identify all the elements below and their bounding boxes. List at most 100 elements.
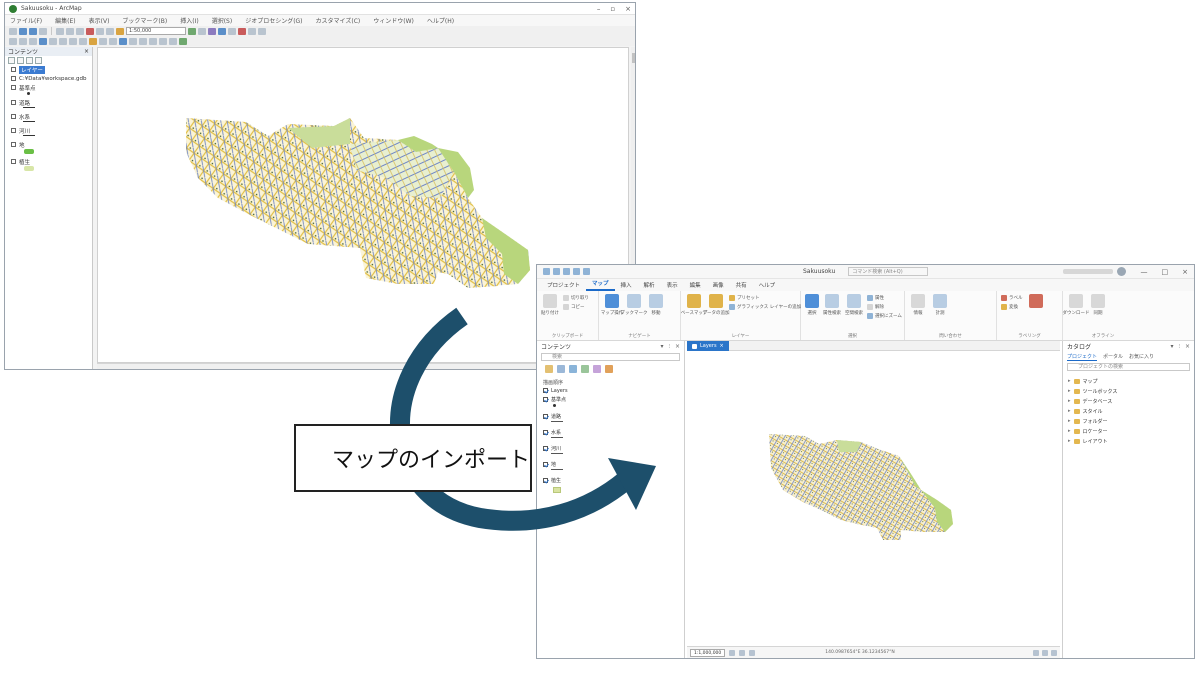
convert-button[interactable]: 変換 [1001,304,1023,310]
menu-windows[interactable]: ウィンドウ(W) [373,16,414,25]
pause-drawing-icon[interactable] [1042,649,1048,656]
catalog-item-folders[interactable]: ▸ フォルダー [1063,416,1194,426]
pin-icon[interactable]: ⫶ [1178,343,1180,351]
select-elements-icon[interactable] [109,37,117,45]
chevron-right-icon[interactable]: ▸ [1068,388,1071,394]
open-project-icon[interactable] [553,268,560,275]
catalog-tab-project[interactable]: プロジェクト [1067,353,1098,361]
select-features-icon[interactable] [89,37,97,45]
checkbox[interactable] [543,397,548,402]
tab-project[interactable]: プロジェクト [541,279,586,291]
rotation-icon[interactable] [749,649,756,656]
new-icon[interactable] [9,27,17,35]
selected-features-icon[interactable] [1033,649,1039,656]
catalog-item-toolboxes[interactable]: ▸ ツールボックス [1063,386,1194,396]
chevron-right-icon[interactable]: ▸ [1068,428,1071,434]
fixed-zoom-out-icon[interactable] [59,37,67,45]
menu-edit[interactable]: 編集(E) [55,16,75,25]
redo-icon[interactable] [106,27,114,35]
contents-item[interactable]: 道路 [537,412,684,421]
zoom-extent-icon[interactable] [729,649,736,656]
tab-insert[interactable]: 挿入 [615,279,638,291]
chevron-right-icon[interactable]: ▸ [1068,438,1071,444]
minimize-icon[interactable]: – [597,5,601,13]
pane-menu-icon[interactable]: ▾ [1170,343,1173,351]
editor-icon[interactable] [188,27,196,35]
toc-item[interactable]: 道路 [5,98,92,107]
checkbox[interactable] [543,388,548,393]
contents-item[interactable]: 基準点 [537,395,684,404]
catalog-item-maps[interactable]: ▸ マップ [1063,376,1194,386]
print-icon[interactable] [39,27,47,35]
close-icon[interactable]: × [1185,343,1190,351]
label-button[interactable]: ラベル [1001,295,1023,301]
maximize-icon[interactable]: ▫ [610,5,615,13]
contents-item[interactable]: 植生 [537,476,684,485]
contents-item[interactable]: 地 [537,460,684,469]
catalog-item-locators[interactable]: ▸ ロケーター [1063,426,1194,436]
checkbox[interactable] [543,478,548,483]
list-by-snapping-icon[interactable] [593,365,601,373]
list-by-drawing-order-icon[interactable] [545,365,553,373]
expand-icon[interactable] [11,67,16,72]
undo-icon[interactable] [573,268,580,275]
expand-icon[interactable] [11,76,16,81]
contents-item-map[interactable]: Layers [537,386,684,395]
list-by-selection-icon[interactable] [569,365,577,373]
pan-icon[interactable] [29,37,37,45]
checkbox[interactable] [11,100,16,105]
toolbox-icon[interactable] [238,27,246,35]
html-popup-icon[interactable] [159,37,167,45]
paste-icon[interactable] [76,27,84,35]
menu-file[interactable]: ファイル(F) [10,16,42,25]
toc-item[interactable]: C:¥Data¥workspace.gdb [5,74,92,83]
pane-menu-icon[interactable]: ▾ [660,343,663,351]
checkbox[interactable] [543,414,548,419]
clear-selection-button[interactable]: 解除 [867,304,902,310]
checkbox[interactable] [543,430,548,435]
fixed-zoom-in-icon[interactable] [49,37,57,45]
contents-item[interactable]: 河川 [537,444,684,453]
close-button[interactable]: × [1182,268,1188,276]
hyperlink-icon[interactable] [149,37,157,45]
toc-item[interactable]: 河川 [5,126,92,135]
checkbox[interactable] [11,142,16,147]
refresh-icon[interactable] [1051,649,1057,656]
add-preset-button[interactable]: プリセット [729,295,801,301]
toc-item[interactable]: 基準点 [5,83,92,92]
toc-item[interactable]: 植生 [5,157,92,166]
grid-icon[interactable] [739,649,746,656]
catalog-item-styles[interactable]: ▸ スタイル [1063,406,1194,416]
create-viewer-icon[interactable] [179,37,187,45]
tab-imagery[interactable]: 画像 [707,279,730,291]
list-by-source-icon[interactable] [17,57,24,64]
arcmap-scale-input[interactable]: 1:50,000 [126,27,186,35]
menu-customize[interactable]: カスタマイズ(C) [316,16,361,25]
list-by-labeling-icon[interactable] [605,365,613,373]
back-extent-icon[interactable] [69,37,77,45]
checkbox[interactable] [543,462,548,467]
chevron-right-icon[interactable]: ▸ [1068,408,1071,414]
avatar[interactable] [1116,267,1126,276]
search-icon[interactable] [228,27,236,35]
list-by-data-source-icon[interactable] [557,365,565,373]
cut-icon[interactable] [56,27,64,35]
list-by-selection-icon[interactable] [35,57,42,64]
menu-selection[interactable]: 選択(S) [212,16,233,25]
add-graphics-layer-button[interactable]: グラフィックス レイヤーの追加 [729,304,801,310]
python-icon[interactable] [248,27,256,35]
save-icon[interactable] [29,27,37,35]
time-slider-icon[interactable] [169,37,177,45]
map-view-tab[interactable]: Layers × [687,341,729,351]
minimize-button[interactable]: — [1141,268,1148,276]
toc-item[interactable]: 地 [5,140,92,149]
user-account[interactable] [1062,267,1126,276]
catalog-icon[interactable] [218,27,226,35]
contents-item[interactable]: 水系 [537,428,684,437]
checkbox[interactable] [543,446,548,451]
list-by-drawing-order-icon[interactable] [8,57,15,64]
tab-help[interactable]: ヘルプ [753,279,782,291]
delete-icon[interactable] [86,27,94,35]
clear-selection-icon[interactable] [99,37,107,45]
list-by-editing-icon[interactable] [581,365,589,373]
